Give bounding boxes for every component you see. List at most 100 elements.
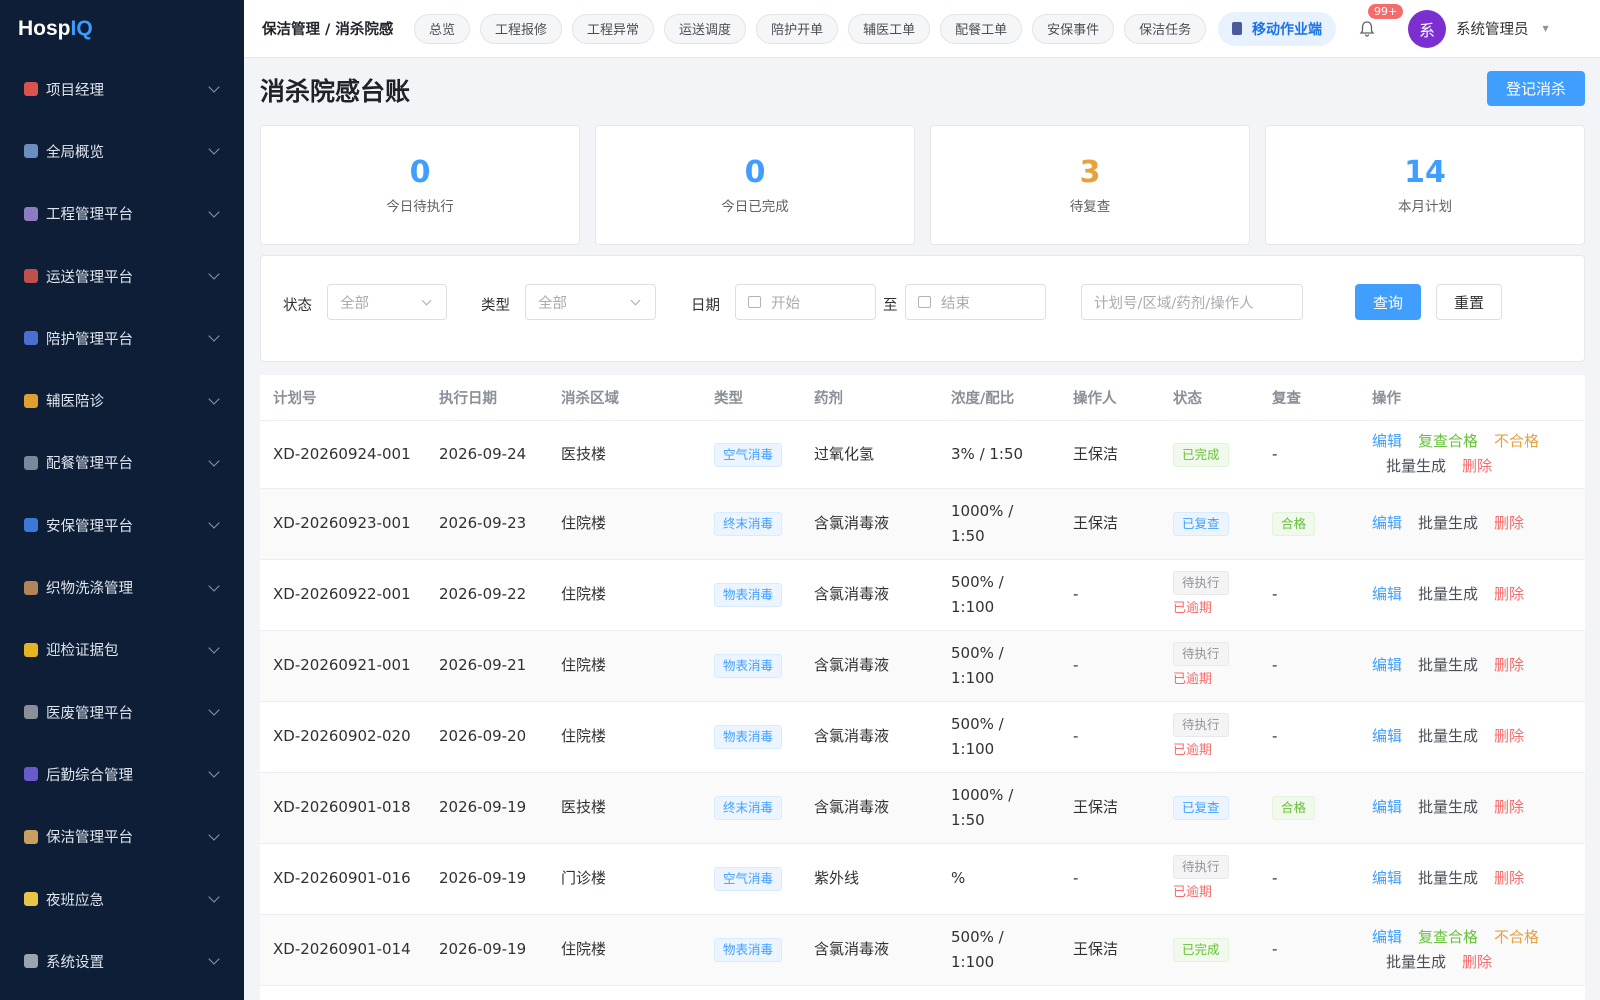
stat-label: 本月计划 (1398, 198, 1452, 215)
chevron-down-icon (208, 829, 220, 841)
nav-tab[interactable]: 保洁任务 (1124, 13, 1206, 44)
review-cell: - (1259, 843, 1359, 915)
search-input[interactable]: 计划号/区域/药剂/操作人 (1081, 284, 1303, 320)
sidebar-item[interactable]: 夜班应急 (0, 868, 244, 930)
nav-tab[interactable]: 运送调度 (664, 13, 747, 44)
edit-button[interactable]: 编辑 (1372, 429, 1402, 454)
column-header: 操作人 (1060, 375, 1160, 421)
edit-button[interactable]: 编辑 (1372, 866, 1402, 891)
nav-tab[interactable]: 陪护开单 (756, 13, 839, 44)
delete-button[interactable]: 删除 (1494, 795, 1524, 820)
execute-date-cell: 2026-09-23 (426, 488, 548, 560)
sidebar-item[interactable]: 织物洗涤管理 (0, 556, 244, 618)
sidebar-item[interactable]: 系统设置 (0, 930, 244, 992)
date-end-input[interactable]: 结束 (905, 284, 1046, 320)
delete-button[interactable]: 删除 (1494, 724, 1524, 749)
review-value: - (1272, 444, 1278, 463)
review-fail-button[interactable]: 不合格 (1494, 925, 1539, 950)
sidebar-item[interactable]: 保洁管理平台 (0, 806, 244, 868)
menu-item-icon (24, 518, 38, 533)
stat-value: 0 (744, 154, 766, 190)
phone-icon (1232, 22, 1242, 35)
operator-cell: - (1060, 701, 1160, 773)
top-header: 保洁管理 / 消杀院感 总览 工程报修 工程异常 运送调度 陪护开单 辅医工单 配餐工单 安保… (244, 0, 1600, 58)
review-value: - (1272, 869, 1278, 887)
type-cell: 物表消毒 (701, 701, 801, 773)
batch-generate-button[interactable]: 批量生成 (1386, 950, 1446, 975)
batch-generate-button[interactable]: 批量生成 (1418, 795, 1478, 820)
sidebar-item[interactable]: 陪护管理平台 (0, 307, 244, 369)
edit-button[interactable]: 编辑 (1372, 653, 1402, 678)
edit-button[interactable]: 编辑 (1372, 795, 1402, 820)
review-pass-button[interactable]: 复查合格 (1418, 429, 1478, 454)
nav-tab[interactable]: 工程报修 (480, 13, 563, 44)
menu-item-icon (24, 767, 38, 782)
area-cell: 住院楼 (548, 559, 701, 631)
type-select[interactable]: 全部 (525, 284, 656, 320)
sidebar-item[interactable]: 配餐管理平台 (0, 432, 244, 494)
delete-button[interactable]: 删除 (1494, 866, 1524, 891)
sidebar-item[interactable]: 后勤综合管理 (0, 743, 244, 805)
type-tag: 物表消毒 (714, 938, 783, 962)
username[interactable]: 系统管理员 (1456, 18, 1529, 39)
caret-down-icon[interactable]: ▼ (1543, 24, 1549, 33)
edit-button[interactable]: 编辑 (1372, 925, 1402, 950)
review-cell: - (1259, 630, 1359, 702)
sidebar-item[interactable]: 运送管理平台 (0, 245, 244, 307)
batch-generate-button[interactable]: 批量生成 (1418, 582, 1478, 607)
batch-generate-button[interactable]: 批量生成 (1386, 454, 1446, 479)
operator-cell: 王保洁 (1060, 420, 1160, 489)
plan-number-cell: XD-20260901-016 (260, 843, 426, 915)
app-logo[interactable]: Hosp IQ (0, 0, 244, 58)
date-start-input[interactable]: 开始 (735, 284, 876, 320)
chevron-down-icon (208, 392, 220, 405)
sidebar-item[interactable]: 医废管理平台 (0, 681, 244, 743)
sidebar-item[interactable]: 工程管理平台 (0, 183, 244, 245)
sidebar-item-label: 项目经理 (46, 82, 104, 99)
status-select[interactable]: 全部 (327, 284, 447, 320)
nav-tab[interactable]: 工程异常 (572, 13, 655, 44)
sidebar-item[interactable]: 辅医陪诊 (0, 369, 244, 431)
nav-tab[interactable]: 配餐工单 (940, 13, 1023, 44)
batch-generate-button[interactable]: 批量生成 (1418, 511, 1478, 536)
delete-button[interactable]: 删除 (1462, 950, 1492, 975)
delete-button[interactable]: 删除 (1494, 582, 1524, 607)
reset-button[interactable]: 重置 (1436, 284, 1502, 320)
batch-generate-button[interactable]: 批量生成 (1418, 724, 1478, 749)
menu-item-icon (24, 580, 38, 595)
operator-cell: 王保洁 (1060, 914, 1160, 986)
batch-generate-button[interactable]: 批量生成 (1418, 866, 1478, 891)
execute-date-cell: 2026-09-19 (426, 843, 548, 915)
sidebar-item[interactable]: 全局概览 (0, 120, 244, 182)
nav-tab[interactable]: 辅医工单 (848, 13, 931, 44)
review-fail-button[interactable]: 不合格 (1494, 429, 1539, 454)
area-cell: 住院楼 (548, 701, 701, 773)
actions-cell: 编辑 批量生成 删除 (1359, 772, 1585, 844)
stat-value: 14 (1404, 154, 1446, 190)
sidebar-item[interactable]: 项目经理 (0, 58, 244, 120)
edit-button[interactable]: 编辑 (1372, 582, 1402, 607)
register-disinfection-button[interactable]: 登记消杀 (1487, 71, 1585, 106)
agent-cell: 含氯消毒液 (801, 914, 938, 986)
chevron-down-icon (208, 206, 220, 218)
menu-item-icon (24, 455, 38, 470)
avatar[interactable]: 系 (1408, 9, 1446, 48)
concentration-cell: 500% / 1:100 (938, 914, 1060, 986)
notification-bell[interactable]: 99+ (1358, 3, 1404, 38)
nav-tab[interactable]: 总览 (414, 13, 471, 44)
delete-button[interactable]: 删除 (1494, 511, 1524, 536)
sidebar-item[interactable]: 迎检证据包 (0, 619, 244, 681)
batch-generate-button[interactable]: 批量生成 (1418, 653, 1478, 678)
query-button[interactable]: 查询 (1355, 284, 1421, 320)
delete-button[interactable]: 删除 (1462, 454, 1492, 479)
mobile-workspace-label: 移动作业端 (1252, 21, 1322, 38)
edit-button[interactable]: 编辑 (1372, 724, 1402, 749)
chevron-down-icon (208, 455, 220, 467)
delete-button[interactable]: 删除 (1494, 653, 1524, 678)
execute-date-cell: 2026-09-22 (426, 559, 548, 631)
nav-tab[interactable]: 安保事件 (1032, 13, 1115, 44)
review-pass-button[interactable]: 复查合格 (1418, 925, 1478, 950)
edit-button[interactable]: 编辑 (1372, 511, 1402, 536)
sidebar-item[interactable]: 安保管理平台 (0, 494, 244, 556)
mobile-workspace-button[interactable]: 移动作业端 (1218, 11, 1336, 46)
